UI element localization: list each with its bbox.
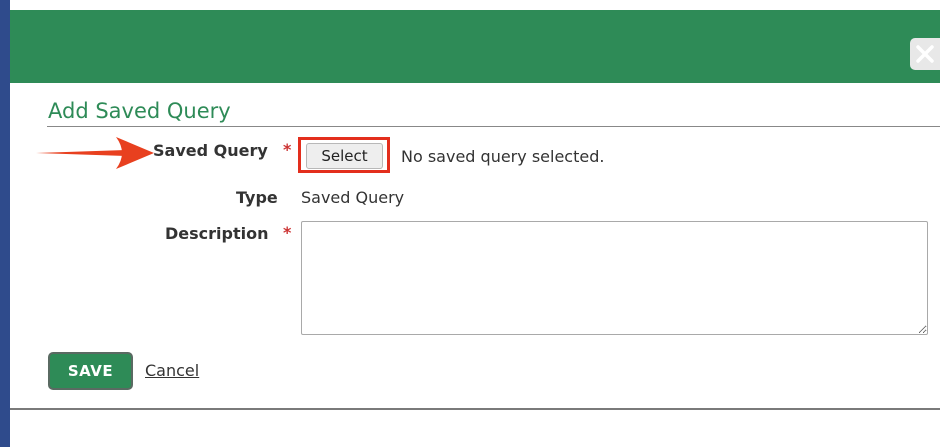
arrow-right-icon <box>36 137 154 169</box>
dialog-title: Add Saved Query <box>48 99 231 123</box>
description-textarea[interactable] <box>301 221 928 335</box>
description-required-mark: * <box>283 223 292 242</box>
close-button[interactable] <box>910 38 940 70</box>
cancel-link[interactable]: Cancel <box>145 361 199 380</box>
window-left-border <box>0 0 10 447</box>
saved-query-label: Saved Query <box>153 141 268 160</box>
type-label: Type <box>236 188 278 207</box>
saved-query-required-mark: * <box>283 140 292 159</box>
type-value: Saved Query <box>301 188 405 207</box>
dialog-header <box>10 10 940 83</box>
footer-area <box>10 410 940 447</box>
description-label: Description <box>165 224 269 243</box>
saved-query-status: No saved query selected. <box>401 147 605 166</box>
top-strip <box>0 0 940 10</box>
close-icon <box>916 45 934 63</box>
select-saved-query-button[interactable]: Select <box>306 143 383 169</box>
dialog-body: Add Saved Query Saved Query * Select No … <box>10 83 940 409</box>
title-divider <box>47 126 940 127</box>
screenshot-frame: Add Saved Query Saved Query * Select No … <box>0 0 940 447</box>
save-button[interactable]: SAVE <box>48 352 133 390</box>
